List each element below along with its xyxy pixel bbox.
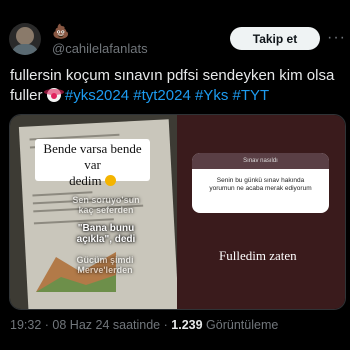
view-count: 1.239 [171, 318, 203, 332]
user-handle[interactable]: @cahilelafanlats [52, 41, 148, 56]
hashtag-link[interactable]: #TYT [233, 87, 270, 104]
lyric-overlay: Gücüm şimdi Merve'lerden [76, 255, 134, 275]
tweet-meta: 19:32 · 08 Haz 24 saatinde · 1.239 Görün… [10, 318, 278, 332]
media-image-right[interactable]: Sınav nasıldı Senin bu günkü sınav hakın… [177, 115, 345, 309]
lyric-overlay: "Bana bunu açıkla", dedi [76, 223, 136, 245]
tweet-header: 💩 @cahilelafanlats Takip et ··· [0, 0, 350, 58]
tweet-text-line1: fullersin koçum sınavın pdfsi sendeyken … [10, 67, 335, 84]
avatar[interactable] [9, 23, 41, 55]
display-name[interactable]: 💩 [52, 24, 69, 38]
pile-of-poo-emoji-icon: 💩 [52, 23, 70, 39]
avatar-body [11, 44, 39, 55]
hashtag-link[interactable]: #Yks [195, 87, 228, 104]
question-card-body: Senin bu günkü sınav hakında yorumun ne … [192, 169, 329, 193]
follow-button[interactable]: Takip et [230, 27, 320, 50]
meme-caption-line2: dedim [69, 173, 102, 188]
more-options-icon[interactable]: ··· [327, 29, 346, 47]
meme-caption-line1: Bende varsa bende var [43, 141, 142, 172]
avatar-face [16, 27, 34, 45]
hashtag-link[interactable]: #yks2024 [65, 87, 129, 104]
hashtag-link[interactable]: #tyt2024 [133, 87, 191, 104]
tweet-text-line2: fuller [10, 87, 47, 104]
tweet-text: fullersin koçum sınavın pdfsi sendeyken … [10, 66, 340, 106]
separator: · [44, 318, 49, 332]
question-line: Senin bu günkü sınav hakında [216, 177, 305, 184]
answer-caption: Fulledim zaten [219, 248, 297, 263]
separator: · [163, 318, 168, 332]
lyric-overlay: Sen soruyo'sun kaç seferden [72, 195, 140, 215]
view-count-label: Görüntüleme [206, 318, 279, 332]
media-image-left[interactable]: Bende varsa bende var dedim Sen soruyo's… [10, 115, 177, 309]
tweet-date[interactable]: 08 Haz 24 saatinde [52, 318, 160, 332]
question-card-title: Sınav nasıldı [192, 153, 329, 169]
tweet-time[interactable]: 19:32 [10, 318, 41, 332]
meme-caption: Bende varsa bende var dedim [35, 139, 150, 188]
clown-face-emoji-icon [43, 88, 64, 102]
question-card: Sınav nasıldı Senin bu günkü sınav hakın… [192, 153, 329, 213]
tweet-media[interactable]: Bende varsa bende var dedim Sen soruyo's… [9, 114, 346, 310]
question-line: yorumun ne acaba merak ediyorum [209, 185, 312, 192]
smiling-emoji-icon [104, 175, 116, 186]
